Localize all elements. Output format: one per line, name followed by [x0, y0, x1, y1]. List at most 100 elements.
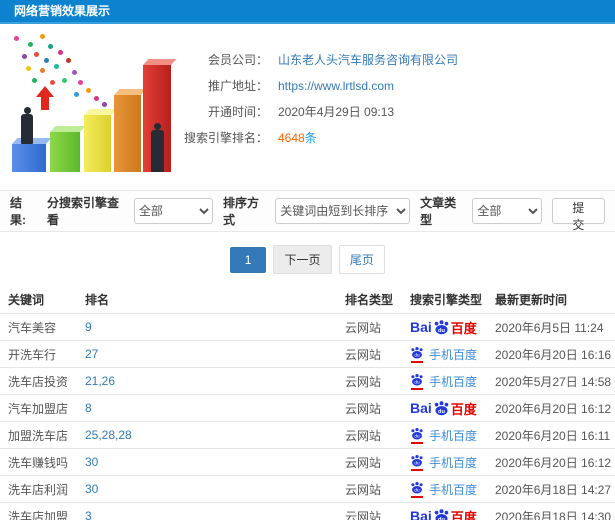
open-time-row: 开通时间： 2020年4月29日 09:13 [178, 106, 458, 119]
engine-rank-row: 搜索引擎排名： 4648 条 [178, 132, 458, 145]
mobile-baidu-logo: du 手机百度 [410, 454, 477, 471]
col-rank-type: 排名类型 [337, 286, 402, 314]
rank-link[interactable]: 8 [85, 401, 92, 415]
keyword-cell: 开洗车行 [0, 340, 77, 368]
illustration-bar-yellow [84, 115, 111, 172]
member-company-link[interactable]: 山东老人头汽车服务咨询有限公司 [278, 54, 458, 67]
rank-link[interactable]: 30 [85, 482, 98, 496]
table-row: 洗车店投资 21,26 云网站 du 手机百度 2020年5月27日 14:58 [0, 367, 615, 395]
svg-text:du: du [438, 408, 445, 414]
last-page-button[interactable]: 尾页 [338, 245, 385, 274]
result-label: 结果: [10, 196, 26, 227]
keyword-ranking-table: 关键词 排名 排名类型 搜索引擎类型 最新更新时间 汽车美容 9 云网站 Bai… [0, 286, 615, 520]
baidu-paw-icon: du [411, 373, 423, 386]
baidu-paw-icon: du [411, 427, 423, 440]
mobile-baidu-logo: du 手机百度 [410, 346, 477, 363]
keyword-cell: 洗车店加盟 [0, 502, 77, 520]
engine-filter-select[interactable]: 全部 [133, 198, 213, 224]
baidu-pc-logo: Bai du 百度 [410, 400, 477, 417]
member-company-label: 会员公司： [207, 53, 268, 67]
account-info-section: 会员公司： 山东老人头汽车服务咨询有限公司 推广地址： https://www.… [0, 24, 615, 190]
businessman-figure-right [151, 123, 164, 172]
promo-url-link[interactable]: https://www.lrtlsd.com [278, 80, 394, 93]
rank-type-cell: 云网站 [337, 340, 402, 368]
mobile-baidu-logo: du 手机百度 [410, 481, 477, 498]
baidu-pc-logo: Bai du 百度 [410, 507, 477, 520]
confetti-dots-decoration [14, 36, 19, 41]
rank-type-cell: 云网站 [337, 502, 402, 520]
illustration-bar-orange [114, 95, 141, 172]
engine-rank-unit: 条 [304, 131, 317, 145]
svg-text:du: du [414, 352, 420, 357]
update-time-cell: 2020年5月27日 14:58 [487, 367, 615, 395]
keyword-cell: 洗车赚钱吗 [0, 448, 77, 476]
update-time-cell: 2020年6月20日 16:16 [487, 340, 615, 368]
bar-chart-illustration [0, 24, 178, 186]
keyword-cell: 洗车店利润 [0, 475, 77, 503]
article-type-select[interactable]: 全部 [472, 198, 542, 224]
update-time-cell: 2020年6月20日 16:12 [487, 394, 615, 422]
svg-text:du: du [438, 516, 445, 520]
col-rank: 排名 [77, 286, 337, 314]
engine-rank-count: 4648 [278, 131, 305, 145]
rank-link[interactable]: 25,28,28 [85, 428, 132, 442]
engine-rank-label: 搜索引擎排名： [183, 131, 268, 145]
pagination: 1 下一页 尾页 [0, 245, 615, 274]
baidu-paw-icon: du [434, 508, 449, 520]
rank-type-cell: 云网站 [337, 448, 402, 476]
page-number-1[interactable]: 1 [230, 247, 267, 273]
table-row: 开洗车行 27 云网站 du 手机百度 2020年6月20日 16:16 [0, 340, 615, 368]
baidu-paw-icon: du [411, 481, 423, 494]
table-row: 洗车赚钱吗 30 云网站 du 手机百度 2020年6月20日 16:12 [0, 448, 615, 476]
info-fields: 会员公司： 山东老人头汽车服务咨询有限公司 推广地址： https://www.… [178, 24, 458, 190]
table-row: 汽车美容 9 云网站 Bai du 百度 2020年6月5日 11:24 [0, 313, 615, 341]
mobile-baidu-logo: du 手机百度 [410, 427, 477, 444]
rank-type-cell: 云网站 [337, 313, 402, 341]
table-row: 汽车加盟店 8 云网站 Bai du 百度 2020年6月20日 16:12 [0, 394, 615, 422]
baidu-paw-icon: du [411, 454, 423, 467]
rank-link[interactable]: 27 [85, 347, 98, 361]
next-page-button[interactable]: 下一页 [273, 245, 332, 274]
member-company-row: 会员公司： 山东老人头汽车服务咨询有限公司 [178, 54, 458, 67]
sort-filter-select[interactable]: 关键词由短到长排序 [275, 198, 411, 224]
update-time-cell: 2020年6月18日 14:30 [487, 502, 615, 520]
illustration-bar-blue [12, 144, 46, 172]
update-time-cell: 2020年6月20日 16:12 [487, 448, 615, 476]
svg-text:du: du [414, 487, 420, 492]
table-row: 洗车店加盟 3 云网站 Bai du 百度 2020年6月18日 14:30 [0, 502, 615, 520]
keyword-cell: 汽车美容 [0, 313, 77, 341]
businessman-figure-left [21, 107, 33, 144]
col-update-time: 最新更新时间 [487, 286, 615, 314]
submit-button[interactable]: 提交 [551, 198, 605, 232]
filter-bar: 结果: 分搜索引擎查看 全部 排序方式 关键词由短到长排序 文章类型 全部 提交 [0, 190, 615, 232]
promo-url-label: 推广地址： [207, 79, 268, 93]
baidu-paw-icon: du [434, 319, 449, 334]
table-row: 加盟洗车店 25,28,28 云网站 du 手机百度 2020年6月20日 16:… [0, 421, 615, 449]
rank-link[interactable]: 21,26 [85, 374, 115, 388]
rank-link[interactable]: 30 [85, 455, 98, 469]
engine-filter-label: 分搜索引擎查看 [46, 196, 119, 227]
page-title: 网络营销效果展示 [14, 4, 111, 18]
keyword-cell: 加盟洗车店 [0, 421, 77, 449]
promo-url-row: 推广地址： https://www.lrtlsd.com [178, 80, 458, 93]
col-engine-type: 搜索引擎类型 [402, 286, 487, 314]
open-time-label: 开通时间： [207, 105, 268, 119]
rank-link[interactable]: 3 [85, 509, 92, 520]
illustration-bar-green [50, 132, 80, 172]
rank-link[interactable]: 9 [85, 320, 92, 334]
article-type-label: 文章类型 [420, 196, 457, 227]
table-row: 洗车店利润 30 云网站 du 手机百度 2020年6月18日 14:27 [0, 475, 615, 503]
sort-filter-label: 排序方式 [222, 196, 259, 227]
rank-type-cell: 云网站 [337, 394, 402, 422]
col-keyword: 关键词 [0, 286, 77, 314]
rank-type-cell: 云网站 [337, 421, 402, 449]
baidu-pc-logo: Bai du 百度 [410, 319, 477, 336]
svg-text:du: du [438, 327, 445, 333]
update-time-cell: 2020年6月18日 14:27 [487, 475, 615, 503]
keyword-cell: 洗车店投资 [0, 367, 77, 395]
update-time-cell: 2020年6月20日 16:11 [487, 421, 615, 449]
svg-text:du: du [414, 379, 420, 384]
open-time-value: 2020年4月29日 09:13 [278, 105, 395, 119]
app-header: 网络营销效果展示 [0, 0, 615, 24]
rank-type-cell: 云网站 [337, 475, 402, 503]
